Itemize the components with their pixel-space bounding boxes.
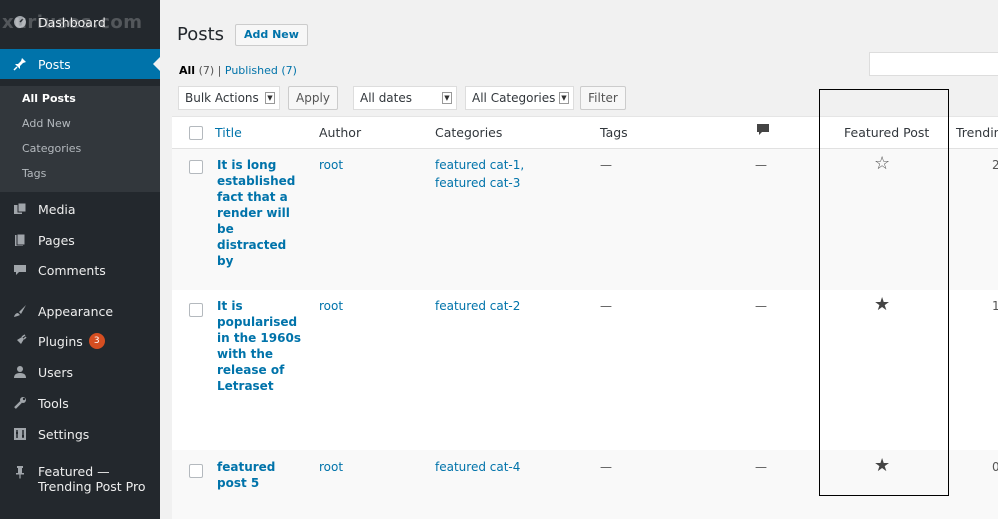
sidebar-item-label: Plugins [38, 333, 83, 349]
search-input[interactable] [869, 52, 998, 76]
sidebar-item-media[interactable]: Media [0, 194, 160, 224]
sidebar-item-label: Featured — [38, 464, 110, 479]
post-title-link[interactable]: It is popularised in the 1960s with the … [217, 298, 305, 394]
dropdown-arrow-icon: ▼ [265, 92, 275, 104]
sidebar-item-label: Settings [38, 426, 90, 442]
sidebar-item-label: Tools [38, 395, 69, 411]
sidebar-item-label: Appearance [38, 303, 114, 319]
filter-all-link[interactable]: All [179, 64, 195, 77]
column-categories: Categories [435, 125, 503, 140]
sidebar-item-label: Posts [38, 56, 71, 72]
post-categories[interactable]: featured cat-4 [435, 458, 570, 476]
post-author[interactable]: root [319, 297, 343, 315]
column-tags: Tags [600, 125, 628, 140]
post-tags: — [600, 158, 612, 172]
dropdown-arrow-icon: ▼ [442, 92, 452, 104]
sidebar-item-appearance[interactable]: Appearance [0, 296, 160, 326]
post-title-link[interactable]: featured post 5 [217, 459, 305, 491]
comments-column-icon[interactable] [756, 123, 770, 140]
post-comments: — [755, 158, 767, 172]
apply-button[interactable]: Apply [288, 86, 338, 110]
sidebar-item-label: Users [38, 364, 74, 380]
column-featured-post: Featured Post [844, 125, 930, 140]
featured-star-icon[interactable]: ★ [874, 294, 890, 315]
table-row: featured post 5 root featured cat-4 — — … [172, 450, 998, 519]
comments-icon [12, 262, 28, 278]
wrench-icon [12, 395, 28, 411]
post-comments: — [755, 460, 767, 474]
sidebar-item-plugins[interactable]: Plugins 3 [0, 326, 160, 356]
sidebar-item-label: Media [38, 201, 76, 217]
post-tags: — [600, 460, 612, 474]
post-trending[interactable]: 0 [992, 458, 998, 476]
column-title[interactable]: Title [215, 125, 242, 140]
brush-icon [12, 303, 28, 319]
row-checkbox[interactable] [189, 464, 203, 478]
bulk-actions-value: Bulk Actions [185, 91, 259, 105]
sidebar-item-tools[interactable]: Tools [0, 388, 160, 418]
thumbtack-icon [12, 464, 28, 480]
sidebar-item-featured-trending[interactable]: Featured — Trending Post Pro [0, 462, 160, 502]
sidebar-item-label: Comments [38, 262, 106, 278]
users-icon [12, 364, 28, 380]
sidebar-item-comments[interactable]: Comments [0, 255, 160, 285]
sidebar-item-users[interactable]: Users [0, 357, 160, 387]
dates-value: All dates [360, 91, 413, 105]
submenu-add-new[interactable]: Add New [22, 117, 71, 130]
add-new-button[interactable]: Add New [235, 24, 308, 46]
post-trending[interactable]: 1 [992, 297, 998, 315]
sidebar-item-settings[interactable]: Settings [0, 419, 160, 449]
submenu-all-posts[interactable]: All Posts [22, 92, 76, 105]
categories-select[interactable]: All Categories ▼ [465, 86, 574, 110]
submenu-tags[interactable]: Tags [22, 167, 46, 180]
sidebar-item-label-line2: Trending Post Pro [38, 479, 146, 494]
filter-separator: | [217, 64, 222, 77]
table-header: Title Author Categories Tags Featured Po… [172, 117, 998, 149]
featured-star-icon[interactable]: ★ [874, 455, 890, 476]
featured-star-icon[interactable]: ☆ [874, 153, 890, 174]
dropdown-arrow-icon: ▼ [559, 92, 569, 104]
post-tags: — [600, 299, 612, 313]
sidebar-item-posts[interactable]: Posts [0, 49, 160, 79]
filter-button[interactable]: Filter [580, 86, 626, 110]
submenu-categories[interactable]: Categories [22, 142, 81, 155]
admin-sidebar: Dashboard xuriuses.com Posts All Posts A… [0, 0, 160, 519]
post-author[interactable]: root [319, 458, 343, 476]
column-trending: Trendin [956, 125, 998, 140]
post-title-link[interactable]: It is long established fact that a rende… [217, 157, 305, 269]
pin-icon [12, 56, 28, 72]
filter-published-count[interactable]: (7) [281, 64, 297, 77]
watermark: xuriuses.com [2, 12, 143, 33]
table-row: It is popularised in the 1960s with the … [172, 290, 998, 450]
posts-submenu: All Posts Add New Categories Tags [0, 86, 160, 192]
column-author: Author [319, 125, 362, 140]
media-icon [12, 201, 28, 217]
row-checkbox[interactable] [189, 303, 203, 317]
plugin-icon [12, 333, 28, 349]
table-row: It is long established fact that a rende… [172, 149, 998, 290]
select-all-checkbox[interactable] [189, 126, 203, 140]
post-categories[interactable]: featured cat-1, featured cat-3 [435, 156, 570, 192]
plugins-update-badge: 3 [88, 333, 105, 349]
post-comments: — [755, 299, 767, 313]
categories-value: All Categories [472, 91, 556, 105]
row-checkbox[interactable] [189, 160, 203, 174]
post-status-filter: All (7) | Published (7) [179, 64, 297, 77]
dates-select[interactable]: All dates ▼ [353, 86, 457, 110]
settings-icon [12, 426, 28, 442]
sidebar-item-pages[interactable]: Pages [0, 225, 160, 255]
filter-all-count: (7) [198, 64, 215, 77]
bulk-actions-select[interactable]: Bulk Actions ▼ [178, 86, 280, 110]
sidebar-item-label: Pages [38, 232, 75, 248]
filter-published-link[interactable]: Published [225, 64, 278, 77]
post-author[interactable]: root [319, 156, 343, 174]
posts-table: Title Author Categories Tags Featured Po… [172, 116, 998, 519]
pages-icon [12, 232, 28, 248]
page-title: Posts [177, 24, 225, 45]
post-categories[interactable]: featured cat-2 [435, 297, 570, 315]
post-trending[interactable]: 2 [992, 156, 998, 174]
main-content: Posts Add New All (7) | Published (7) Bu… [160, 0, 998, 519]
